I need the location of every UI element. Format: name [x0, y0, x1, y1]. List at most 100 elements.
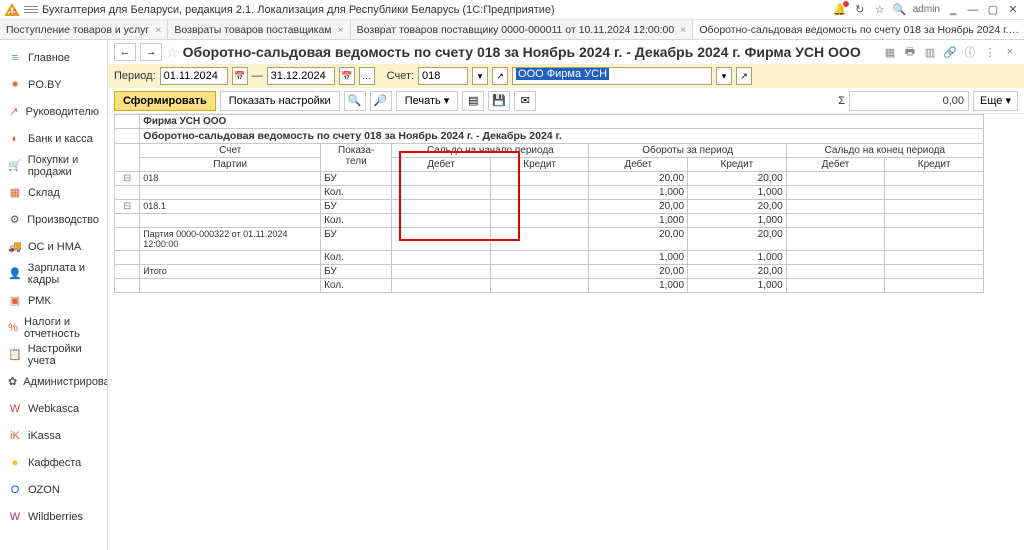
- print-button[interactable]: Печать ▾: [396, 91, 459, 111]
- sidebar-item-11[interactable]: 📋Настройки учета: [0, 341, 107, 368]
- mail-button[interactable]: ✉: [514, 91, 536, 111]
- sidebar-item-1[interactable]: ✷PO.BY: [0, 71, 107, 98]
- account-dropdown-icon[interactable]: ▾: [472, 67, 488, 85]
- sidebar-icon: ✷: [8, 78, 22, 92]
- tab-close-icon[interactable]: ×: [338, 24, 344, 36]
- tab-2[interactable]: Возврат товаров поставщику 0000-000011 о…: [351, 20, 694, 39]
- table-row[interactable]: Кол.1,0001,000: [115, 214, 984, 228]
- cell-end-kt: [885, 265, 984, 279]
- org-open-icon[interactable]: ↗: [736, 67, 752, 85]
- tab-close-icon[interactable]: ×: [155, 24, 161, 36]
- sidebar-icon: ↗: [8, 105, 20, 119]
- org-input[interactable]: ООО Фирма УСН: [512, 67, 712, 85]
- more-icon[interactable]: ⋮: [982, 44, 998, 60]
- sidebar-icon: iK: [8, 429, 22, 443]
- find-button[interactable]: 🔍: [344, 91, 366, 111]
- sidebar-item-7[interactable]: 🚚ОС и НМА: [0, 233, 107, 260]
- sidebar-item-17[interactable]: WWildberries: [0, 503, 107, 530]
- action-bar: Сформировать Показать настройки 🔍 🔎 Печа…: [108, 88, 1024, 114]
- sidebar-item-12[interactable]: ✿Администрирование: [0, 368, 107, 395]
- tool-icon[interactable]: ▦: [882, 44, 898, 60]
- period-to-input[interactable]: [267, 67, 335, 85]
- period-from-input[interactable]: [160, 67, 228, 85]
- tree-toggle[interactable]: [115, 186, 140, 200]
- sidebar-label: Зарплата и кадры: [28, 262, 99, 286]
- link-icon[interactable]: 🔗: [942, 44, 958, 60]
- table-row[interactable]: ИтогоБУ20,0020,00: [115, 265, 984, 279]
- table-row[interactable]: Кол.1,0001,000: [115, 251, 984, 265]
- save-button[interactable]: 💾: [488, 91, 510, 111]
- table-row[interactable]: Кол.1,0001,000: [115, 279, 984, 293]
- bell-icon[interactable]: 🔔: [833, 3, 847, 17]
- tree-toggle[interactable]: [115, 251, 140, 265]
- tab-0[interactable]: Поступление товаров и услуг×: [0, 20, 168, 39]
- table-row[interactable]: Партия 0000-000322 от 01.11.2024 12:00:0…: [115, 228, 984, 251]
- minimize-icon[interactable]: —: [966, 3, 980, 17]
- sidebar-item-3[interactable]: ◐Банк и касса: [0, 125, 107, 152]
- cell-acct: Партия 0000-000322 от 01.11.2024 12:00:0…: [140, 228, 321, 251]
- sidebar-item-16[interactable]: OOZON: [0, 476, 107, 503]
- account-input[interactable]: [418, 67, 468, 85]
- close-page-icon[interactable]: ×: [1002, 44, 1018, 60]
- tree-toggle[interactable]: ⊟: [115, 200, 140, 214]
- sidebar-item-6[interactable]: ⚙Производство: [0, 206, 107, 233]
- hamburger-icon[interactable]: [24, 3, 38, 17]
- tab-3[interactable]: Оборотно-сальдовая ведомость по счету 01…: [693, 20, 1024, 39]
- org-dropdown-icon[interactable]: ▾: [716, 67, 732, 85]
- sidebar-item-8[interactable]: 👤Зарплата и кадры: [0, 260, 107, 287]
- sidebar-icon: ≡: [8, 51, 22, 65]
- sidebar-item-0[interactable]: ≡Главное: [0, 44, 107, 71]
- cell-end-kt: [885, 251, 984, 265]
- print-icon[interactable]: 🖶: [902, 44, 918, 60]
- form-button[interactable]: Сформировать: [114, 91, 216, 111]
- maximize-icon[interactable]: ▢: [986, 3, 1000, 17]
- sidebar-item-13[interactable]: WWebkasса: [0, 395, 107, 422]
- tree-toggle[interactable]: [115, 279, 140, 293]
- help-icon[interactable]: ⓘ: [962, 44, 978, 60]
- close-window-icon[interactable]: ✕: [1006, 3, 1020, 17]
- export-button[interactable]: ▤: [462, 91, 484, 111]
- report-firm: Фирма УСН ООО: [140, 115, 984, 129]
- period-ellipsis-button[interactable]: …: [359, 67, 375, 85]
- sidebar-item-2[interactable]: ↗Руководителю: [0, 98, 107, 125]
- tree-toggle[interactable]: ⊟: [115, 172, 140, 186]
- tree-toggle[interactable]: [115, 214, 140, 228]
- export-icon[interactable]: ▥: [922, 44, 938, 60]
- sidebar-item-15[interactable]: ●Каффеста: [0, 449, 107, 476]
- nav-back-button[interactable]: ←: [114, 43, 136, 61]
- cell-start-dt: [392, 251, 491, 265]
- nav-fwd-button[interactable]: →: [140, 43, 162, 61]
- cell-start-dt: [392, 228, 491, 251]
- account-open-icon[interactable]: ↗: [492, 67, 508, 85]
- favorite-star-icon[interactable]: ☆: [166, 44, 179, 61]
- table-row[interactable]: Кол.1,0001,000: [115, 186, 984, 200]
- report-area[interactable]: Фирма УСН ООО Оборотно-сальдовая ведомос…: [108, 114, 1024, 550]
- sidebar-item-4[interactable]: 🛒Покупки и продажи: [0, 152, 107, 179]
- sidebar-icon: ◐: [8, 132, 22, 146]
- account-label: Счет:: [387, 70, 414, 82]
- sidebar-item-14[interactable]: iKiKassa: [0, 422, 107, 449]
- tree-toggle[interactable]: [115, 265, 140, 279]
- sidebar-icon: O: [8, 483, 22, 497]
- report-title: Оборотно-сальдовая ведомость по счету 01…: [140, 129, 984, 144]
- settings-icon[interactable]: ‗: [946, 3, 960, 17]
- sidebar-icon: 🚚: [8, 240, 22, 254]
- search-icon[interactable]: 🔍: [893, 3, 907, 17]
- table-row[interactable]: ⊟018.1БУ20,0020,00: [115, 200, 984, 214]
- date-picker-icon[interactable]: 📅: [339, 67, 355, 85]
- table-row[interactable]: ⊟018БУ20,0020,00: [115, 172, 984, 186]
- tree-toggle[interactable]: [115, 228, 140, 251]
- sidebar-item-9[interactable]: ▣РМК: [0, 287, 107, 314]
- col-turn: Обороты за период: [589, 144, 786, 158]
- find-next-button[interactable]: 🔎: [370, 91, 392, 111]
- show-settings-button[interactable]: Показать настройки: [220, 91, 340, 111]
- user-label[interactable]: admin: [913, 4, 940, 15]
- history-icon[interactable]: ↻: [853, 3, 867, 17]
- tab-close-icon[interactable]: ×: [680, 24, 686, 36]
- star-icon[interactable]: ☆: [873, 3, 887, 17]
- date-picker-icon[interactable]: 📅: [232, 67, 248, 85]
- sidebar-item-5[interactable]: ▦Склад: [0, 179, 107, 206]
- tab-1[interactable]: Возвраты товаров поставщикам×: [168, 20, 350, 39]
- more-button[interactable]: Еще ▾: [973, 91, 1018, 111]
- sidebar-item-10[interactable]: %Налоги и отчетность: [0, 314, 107, 341]
